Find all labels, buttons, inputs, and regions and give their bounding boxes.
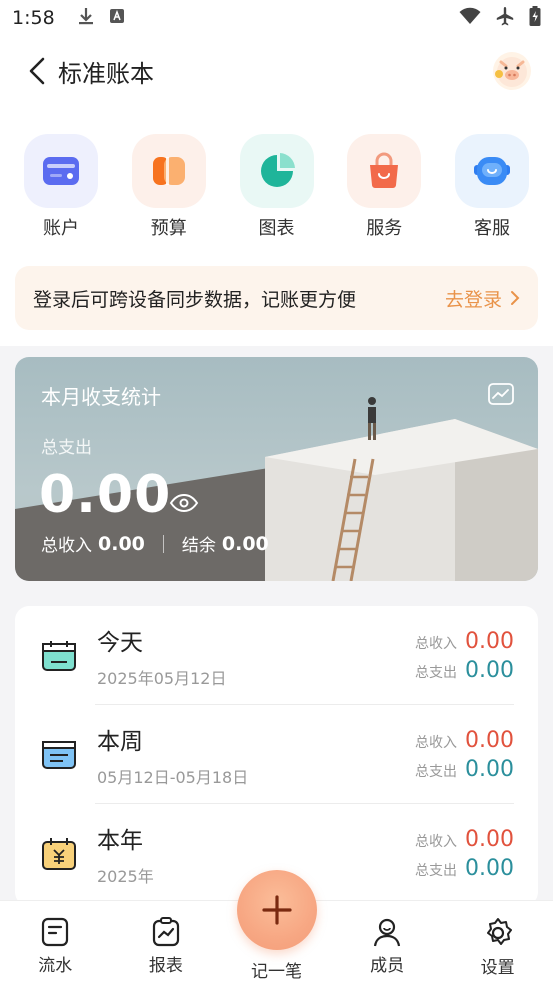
row-title: 本年 (97, 827, 143, 854)
row-income-value: 0.00 (465, 826, 514, 852)
balance-value: 0.00 (221, 532, 269, 555)
balance-label: 结余 (181, 536, 216, 556)
login-banner[interactable]: 登录后可跨设备同步数据，记账更方便 去登录 (15, 266, 538, 330)
add-icon (262, 895, 292, 925)
nav-label-report: 报表 (148, 956, 183, 976)
stats-sub-row: 总收入 0.00 结余 0.00 (41, 531, 269, 557)
quick-label-service: 服务 (366, 218, 403, 239)
summary-row-week[interactable]: 本周 05月12日-05月18日 总收入 0.00 总支出 0.00 (15, 705, 538, 804)
eye-icon[interactable] (169, 493, 199, 517)
status-time: 1:58 (12, 7, 55, 29)
row-expense-value: 0.00 (465, 756, 514, 782)
login-banner-text: 登录后可跨设备同步数据，记账更方便 (33, 288, 357, 311)
nav-label-ledger: 流水 (38, 956, 73, 976)
quick-item-account[interactable]: 账户 (23, 134, 99, 244)
status-bar: 1:58 (0, 0, 553, 36)
nav-label-member: 成员 (370, 956, 405, 976)
calendar-today-icon (39, 636, 79, 676)
quick-item-support[interactable]: 客服 (454, 134, 530, 244)
login-link[interactable]: 去登录 (445, 285, 520, 312)
page-title: 标准账本 (58, 59, 154, 88)
trend-chart-icon[interactable] (488, 383, 514, 409)
total-expense-label: 总支出 (41, 438, 92, 458)
add-record-button[interactable] (237, 870, 317, 950)
nav-item-ledger[interactable]: 流水 (15, 917, 95, 976)
shopping-bag-icon (370, 152, 399, 188)
wallet-icon (43, 157, 79, 185)
stats-divider (162, 534, 164, 553)
ledger-icon (42, 917, 69, 947)
battery-charging-icon (529, 6, 541, 30)
row-expense-value: 0.00 (465, 657, 514, 683)
calendar-week-icon (39, 735, 79, 775)
quick-label-support: 客服 (474, 218, 510, 239)
chevron-left-icon (29, 57, 45, 85)
row-title: 本周 (97, 728, 143, 755)
income-label: 总收入 (41, 536, 92, 556)
nav-label-settings: 设置 (480, 958, 515, 978)
font-a-icon (109, 8, 125, 28)
chevron-right-icon (511, 291, 520, 305)
row-income-value: 0.00 (465, 628, 514, 654)
row-date: 2025年05月12日 (97, 668, 227, 688)
quick-label-chart: 图表 (258, 218, 295, 239)
nav-item-settings[interactable]: 设置 (458, 917, 538, 978)
quick-label-budget: 预算 (150, 218, 187, 239)
row-income-label: 总收入 (415, 833, 458, 850)
row-expense-label: 总支出 (415, 862, 458, 879)
row-income-label: 总收入 (415, 635, 458, 652)
summary-row-today[interactable]: 今天 2025年05月12日 总收入 0.00 总支出 0.00 (15, 606, 538, 705)
calendar-year-icon (39, 834, 79, 874)
report-icon (152, 917, 179, 947)
summary-card: 今天 2025年05月12日 总收入 0.00 总支出 0.00 本周 05月12日… (15, 606, 538, 906)
download-icon (77, 6, 95, 30)
row-date: 05月12日-05月18日 (97, 767, 249, 787)
total-expense-value: 0.00 (39, 465, 172, 525)
pie-chart-icon (260, 153, 295, 187)
budget-icon (152, 157, 185, 185)
stats-title: 本月收支统计 (41, 385, 161, 409)
top-area: 标准账本 账户 预算 图表 服务 客服 登录后可跨设备同步数据，记账更方便 去登… (0, 36, 553, 346)
row-expense-label: 总支出 (415, 763, 458, 780)
row-income-value: 0.00 (465, 727, 514, 753)
monthly-stats-card[interactable]: 本月收支统计 总支出 0.00 总收入 0.00 结余 0.00 (15, 357, 538, 581)
quick-actions: 账户 预算 图表 服务 客服 (0, 134, 553, 244)
quick-label-account: 账户 (43, 218, 79, 239)
row-income-label: 总收入 (415, 734, 458, 751)
header: 标准账本 (0, 36, 553, 106)
row-expense-value: 0.00 (465, 855, 514, 881)
quick-item-service[interactable]: 服务 (346, 134, 422, 244)
quick-item-budget[interactable]: 预算 (131, 134, 207, 244)
robot-icon (474, 157, 510, 185)
pig-avatar-icon[interactable] (493, 52, 531, 90)
row-title: 今天 (97, 629, 143, 656)
back-button[interactable] (22, 56, 52, 86)
quick-item-chart[interactable]: 图表 (239, 134, 315, 244)
nav-label-add: 记一笔 (250, 962, 302, 982)
airplane-icon (495, 6, 515, 30)
settings-icon (486, 918, 512, 945)
income-value: 0.00 (98, 532, 145, 555)
nav-item-report[interactable]: 报表 (126, 917, 206, 976)
login-link-label: 去登录 (444, 288, 502, 311)
row-expense-label: 总支出 (415, 664, 458, 681)
row-date: 2025年 (97, 866, 154, 886)
nav-item-member[interactable]: 成员 (347, 917, 427, 976)
member-icon (373, 918, 401, 947)
wifi-icon (459, 7, 481, 29)
